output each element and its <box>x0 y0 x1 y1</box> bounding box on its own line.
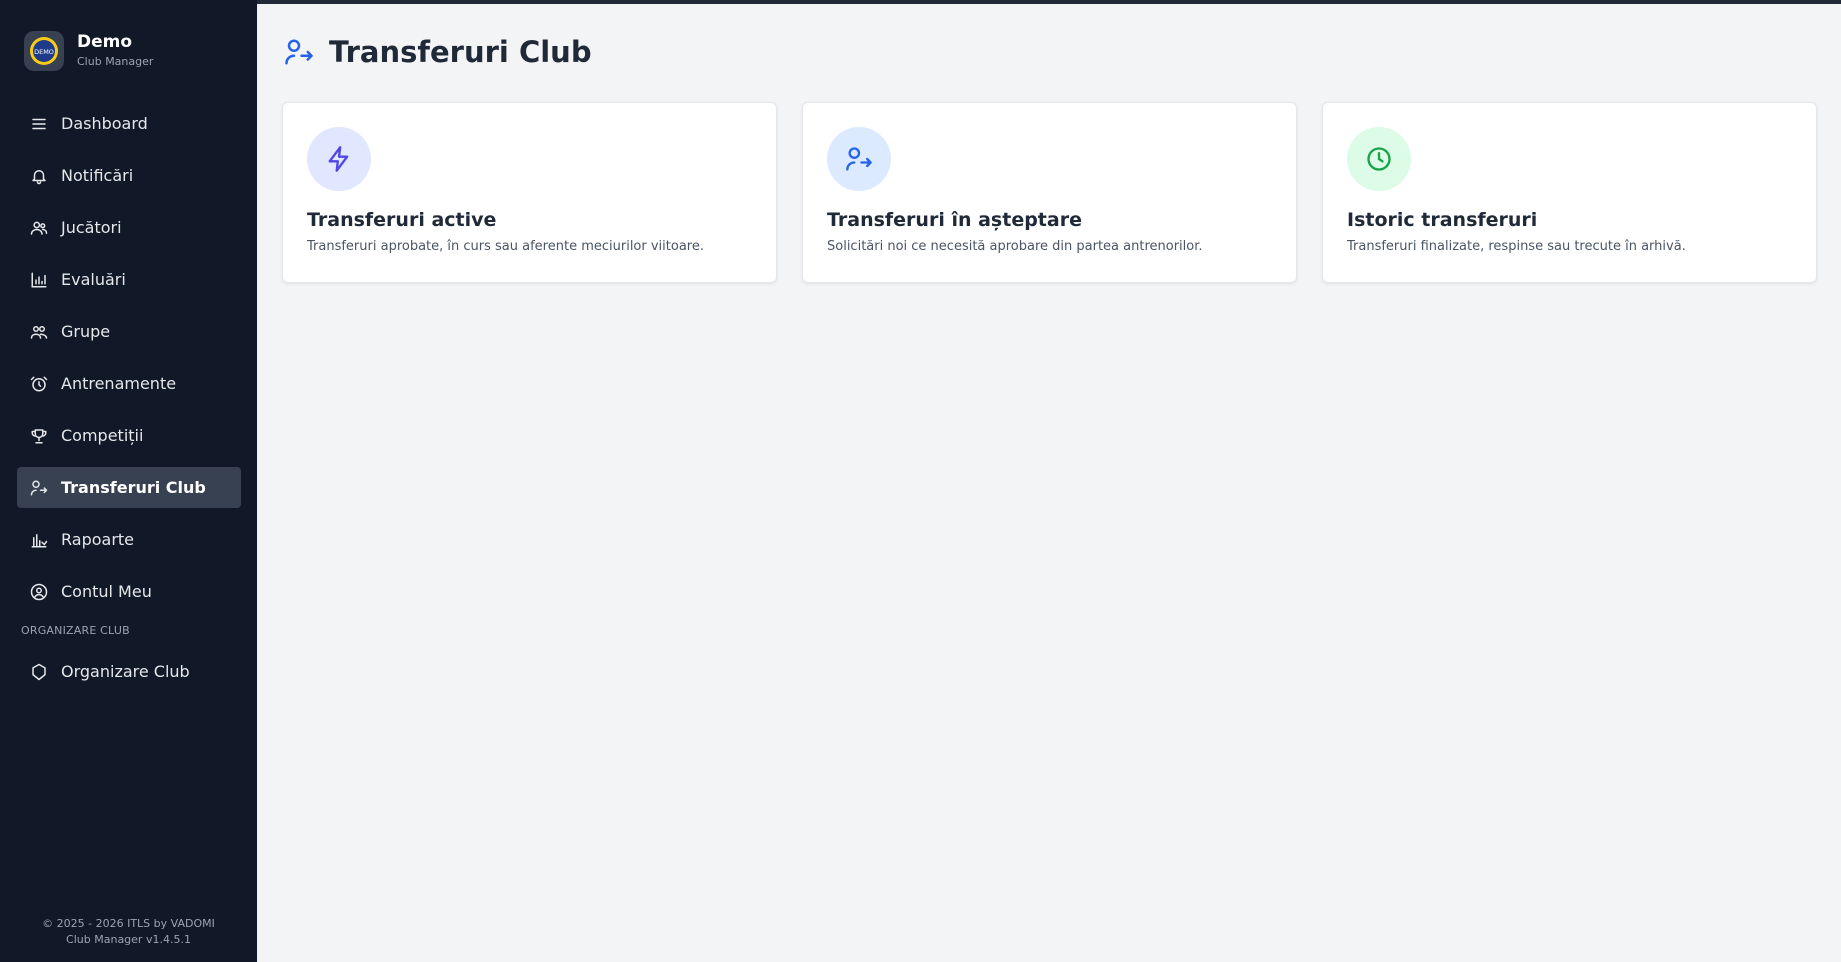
card-title: Transferuri în așteptare <box>827 209 1082 231</box>
sidebar-item-contul-meu[interactable]: Contul Meu <box>17 571 241 612</box>
report-chart-icon <box>29 530 49 550</box>
sidebar-item-competitii[interactable]: Competiții <box>17 415 241 456</box>
sidebar-nav: Dashboard Notificări Jucători Evaluări G… <box>17 103 241 623</box>
sidebar-nav-secondary: Organizare Club <box>17 651 241 703</box>
user-circle-icon <box>29 582 49 602</box>
sidebar-item-label: Transferuri Club <box>61 478 206 497</box>
card-istoric-transferuri[interactable]: Istoric transferuri Transferuri finaliza… <box>1322 102 1817 283</box>
menu-icon <box>29 114 49 134</box>
card-transferuri-asteptare[interactable]: Transferuri în așteptare Solicitări noi … <box>802 102 1297 283</box>
sidebar-item-grupe[interactable]: Grupe <box>17 311 241 352</box>
card-title: Transferuri active <box>307 209 497 231</box>
brand-subtitle: Club Manager <box>77 55 154 68</box>
club-logo-icon: DEMO <box>24 31 64 71</box>
card-description: Transferuri aprobate, în curs sau aferen… <box>307 239 704 254</box>
sidebar-item-organizare-club[interactable]: Organizare Club <box>17 651 241 692</box>
section-label: ORGANIZARE CLUB <box>21 624 130 637</box>
user-transfer-icon <box>284 36 316 68</box>
sidebar-footer: © 2025 - 2026 ITLS by VADOMI Club Manage… <box>0 916 257 948</box>
user-transfer-icon <box>29 478 49 498</box>
sidebar-item-label: Jucători <box>61 218 122 237</box>
sidebar-item-label: Grupe <box>61 322 111 341</box>
shield-icon <box>29 662 49 682</box>
page-header: Transferuri Club <box>284 32 592 72</box>
group-icon <box>29 322 49 342</box>
cards-row: Transferuri active Transferuri aprobate,… <box>282 102 1817 283</box>
sidebar-item-label: Contul Meu <box>61 582 152 601</box>
sidebar-item-rapoarte[interactable]: Rapoarte <box>17 519 241 560</box>
users-icon <box>29 218 49 238</box>
main-content: Transferuri Club Transferuri active Tran… <box>257 4 1841 962</box>
brand-title: Demo <box>77 32 133 52</box>
sidebar-item-label: Competiții <box>61 426 144 445</box>
sidebar-item-label: Notificări <box>61 166 134 185</box>
lightning-icon <box>307 127 371 191</box>
sidebar-item-label: Evaluări <box>61 270 126 289</box>
brand[interactable]: DEMO Demo Club Manager <box>24 30 153 72</box>
sidebar-item-dashboard[interactable]: Dashboard <box>17 103 241 144</box>
bar-chart-icon <box>29 270 49 290</box>
alarm-clock-icon <box>29 374 49 394</box>
sidebar-item-transferuri-club[interactable]: Transferuri Club <box>17 467 241 508</box>
sidebar-item-label: Dashboard <box>61 114 148 133</box>
sidebar-item-evaluari[interactable]: Evaluări <box>17 259 241 300</box>
sidebar-item-label: Rapoarte <box>61 530 135 549</box>
trophy-icon <box>29 426 49 446</box>
sidebar-item-antrenamente[interactable]: Antrenamente <box>17 363 241 404</box>
bell-icon <box>29 166 49 186</box>
clock-icon <box>1347 127 1411 191</box>
card-description: Solicitări noi ce necesită aprobare din … <box>827 239 1203 254</box>
footer-copyright: © 2025 - 2026 ITLS by VADOMI <box>42 917 215 930</box>
footer-version: Club Manager v1.4.5.1 <box>66 933 191 946</box>
sidebar-item-notificari[interactable]: Notificări <box>17 155 241 196</box>
user-transfer-icon <box>827 127 891 191</box>
card-title: Istoric transferuri <box>1347 209 1538 231</box>
card-description: Transferuri finalizate, respinse sau tre… <box>1347 239 1686 254</box>
sidebar-item-label: Antrenamente <box>61 374 177 393</box>
sidebar-item-jucatori[interactable]: Jucători <box>17 207 241 248</box>
svg-text:DEMO: DEMO <box>34 48 54 56</box>
card-transferuri-active[interactable]: Transferuri active Transferuri aprobate,… <box>282 102 777 283</box>
page-title: Transferuri Club <box>329 35 592 69</box>
sidebar: DEMO Demo Club Manager Dashboard Notific… <box>0 0 257 962</box>
sidebar-item-label: Organizare Club <box>61 662 190 681</box>
